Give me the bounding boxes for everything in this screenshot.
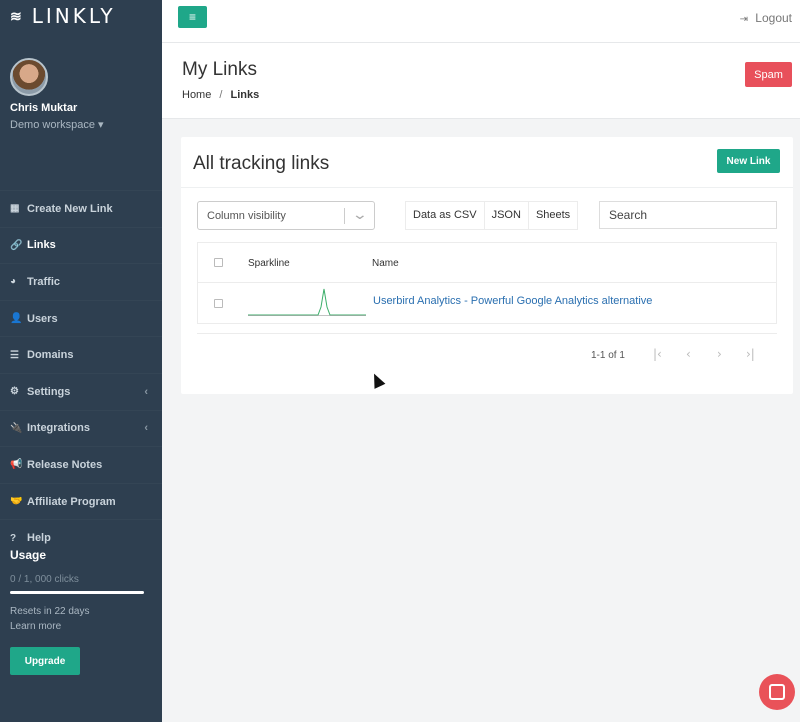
chevron-left-icon: ‹	[144, 385, 148, 398]
sidebar-item-settings[interactable]: ⚙ Settings ‹	[0, 373, 162, 410]
usage-panel: Usage 0 / 1, 000 clicks Resets in 22 day…	[10, 548, 144, 632]
grid-icon: ▦	[10, 203, 20, 215]
sidebar-item-label: Create New Link	[27, 202, 113, 215]
page-title: My Links	[182, 59, 257, 80]
spam-button[interactable]: Spam	[745, 62, 792, 87]
export-csv-button[interactable]: Data as CSV	[406, 202, 485, 229]
linkly-logo-icon: ≋	[10, 7, 22, 24]
logout-link[interactable]: ⇥ Logout	[740, 11, 792, 25]
column-visibility-label: Column visibility	[207, 210, 286, 222]
sidebar-item-release-notes[interactable]: 📢 Release Notes	[0, 446, 162, 483]
sidebar-item-label: Settings	[27, 385, 71, 398]
sidebar-item-affiliate-program[interactable]: 🤝 Affiliate Program	[0, 483, 162, 520]
chevron-down-icon: ⌄	[351, 206, 369, 222]
breadcrumb: Home / Links	[182, 89, 259, 101]
chat-icon	[769, 684, 785, 700]
sidebar-item-label: Affiliate Program	[27, 495, 116, 508]
usage-clicks: 0 / 1, 000 clicks	[10, 574, 79, 585]
sign-out-icon: ⇥	[739, 14, 748, 25]
sidebar: ≋ LINKLY Chris Muktar Demo workspace ▾ ▦…	[0, 0, 162, 722]
learn-more-link[interactable]: Learn more	[10, 621, 144, 632]
hamburger-icon: ≡	[188, 10, 196, 24]
sidebar-nav: ▦ Create New Link 🔗 Links ◕ Traffic 👤 Users ☰ Dom…	[0, 190, 162, 556]
new-link-button[interactable]: New Link	[717, 149, 780, 173]
handshake-icon: 🤝	[10, 496, 23, 508]
links-card: All tracking links New Link Column visib…	[181, 137, 793, 394]
table-footer-divider	[197, 333, 777, 334]
sidebar-item-label: Help	[27, 532, 51, 545]
list-icon: ☰	[10, 349, 19, 361]
sidebar-item-label: Links	[27, 239, 56, 252]
sparkline-chart	[248, 288, 366, 316]
next-page-button[interactable]: ›	[717, 347, 722, 361]
breadcrumb-current: Links	[230, 89, 260, 101]
sidebar-item-label: Integrations	[27, 422, 90, 435]
sidebar-item-links[interactable]: 🔗 Links	[0, 227, 162, 264]
export-sheets-button[interactable]: Sheets	[528, 202, 578, 229]
table-header-row: Sparkline Name	[198, 243, 776, 283]
plug-icon: 🔌	[10, 422, 23, 434]
column-visibility-select[interactable]: Column visibility ⌄	[197, 201, 375, 230]
sidebar-item-label: Domains	[27, 349, 74, 362]
column-header-sparkline[interactable]: Sparkline	[248, 258, 290, 269]
chevron-left-icon: ‹	[144, 422, 148, 435]
sidebar-item-domains[interactable]: ☰ Domains	[0, 336, 162, 373]
workspace-dropdown[interactable]: Demo workspace ▾	[10, 118, 162, 131]
usage-title: Usage	[10, 548, 47, 562]
breadcrumb-separator: /	[219, 89, 223, 101]
previous-page-button[interactable]: ‹	[686, 347, 691, 361]
profile: Chris Muktar Demo workspace ▾	[0, 32, 162, 190]
card-title: All tracking links	[193, 153, 330, 174]
topbar: ≡ ⇥ Logout	[162, 0, 800, 43]
usage-resets: Resets in 22 days	[10, 606, 90, 617]
sparkline-line	[248, 288, 366, 316]
brand-name: LINKLY	[31, 4, 116, 28]
link-name[interactable]: Userbird Analytics - Powerful Google Ana…	[373, 295, 652, 307]
sidebar-item-label: Users	[27, 312, 58, 325]
question-icon: ?	[10, 532, 17, 544]
column-header-name[interactable]: Name	[372, 258, 399, 269]
last-page-button[interactable]: ›|	[746, 347, 755, 361]
logout-label: Logout	[755, 11, 792, 25]
sidebar-item-users[interactable]: 👤 Users	[0, 300, 162, 337]
page-header: My Links Home / Links Spam	[162, 43, 800, 119]
divider	[181, 187, 793, 188]
user-icon: 👤	[10, 313, 23, 325]
first-page-button[interactable]: |‹	[653, 347, 662, 361]
link-icon: 🔗	[10, 239, 23, 251]
sidebar-item-label: Release Notes	[27, 458, 103, 471]
select-all-checkbox[interactable]	[214, 258, 223, 267]
export-buttons: Data as CSV JSON Sheets	[405, 201, 579, 230]
links-table: Sparkline Name Userbird Analytics - Powe…	[197, 242, 777, 324]
sidebar-item-create-new-link[interactable]: ▦ Create New Link	[0, 190, 162, 227]
sidebar-item-integrations[interactable]: 🔌 Integrations ‹	[0, 410, 162, 447]
upgrade-button[interactable]: Upgrade	[10, 647, 80, 675]
pie-chart-icon: ◕	[10, 276, 17, 288]
menu-toggle-button[interactable]: ≡	[178, 6, 207, 28]
chat-launcher-button[interactable]	[759, 674, 795, 710]
search-input[interactable]	[599, 201, 777, 229]
brand[interactable]: ≋ LINKLY	[0, 0, 162, 32]
export-json-button[interactable]: JSON	[484, 202, 529, 229]
pagination-info: 1-1 of 1	[591, 350, 625, 361]
bullhorn-icon: 📢	[10, 459, 23, 471]
gears-icon: ⚙	[10, 386, 19, 398]
select-divider	[344, 208, 345, 224]
table-row: Userbird Analytics - Powerful Google Ana…	[198, 283, 776, 323]
sidebar-item-traffic[interactable]: ◕ Traffic	[0, 263, 162, 300]
sidebar-item-label: Traffic	[27, 275, 61, 288]
row-checkbox[interactable]	[214, 298, 223, 308]
usage-progress-bar	[10, 591, 144, 594]
breadcrumb-home[interactable]: Home	[182, 89, 211, 101]
avatar	[10, 58, 48, 96]
profile-name: Chris Muktar	[10, 102, 78, 114]
